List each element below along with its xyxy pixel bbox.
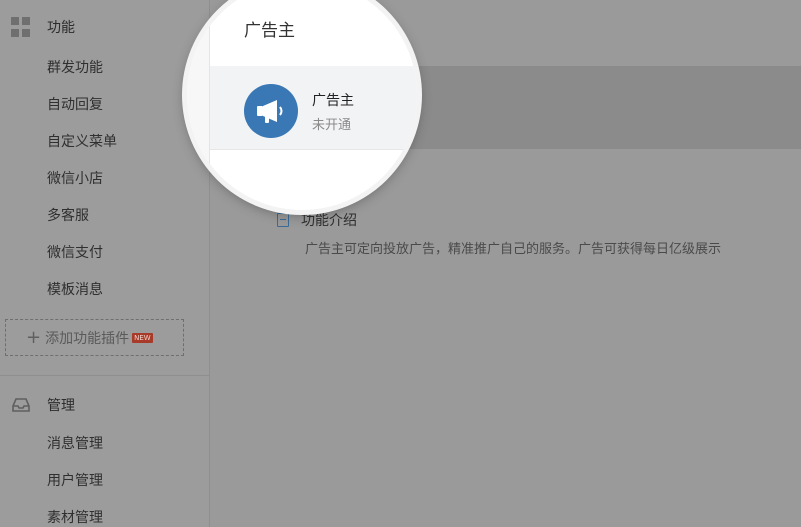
magnified-header-band <box>210 0 417 66</box>
sidebar-section-management[interactable]: 管理 <box>0 387 210 423</box>
new-badge: NEW <box>132 332 153 343</box>
sidebar-item-wechat-shop[interactable]: 微信小店 <box>47 167 103 191</box>
sidebar-item-custom-menu[interactable]: 自定义菜单 <box>47 130 117 154</box>
intro-description: 广告主可定向投放广告，精准推广自己的服务。广告可获得每日亿级展示 <box>305 242 722 257</box>
sidebar-item-mass-send[interactable]: 群发功能 <box>47 56 103 80</box>
grid-icon <box>11 17 31 37</box>
sidebar-item-template-message[interactable]: 模板消息 <box>47 278 103 302</box>
row-separator <box>210 149 417 150</box>
megaphone-icon <box>257 100 283 123</box>
sidebar-divider <box>0 375 210 376</box>
sidebar-item-user-manage[interactable]: 用户管理 <box>47 469 103 493</box>
app-window: 功能 群发功能 自动回复 自定义菜单 微信小店 多客服 微信支付 模板消息 + … <box>0 0 801 527</box>
feature-intro: 功能介绍 广告主可定向投放广告，精准推广自己的服务。广告可获得每日亿级展示 <box>277 210 797 257</box>
sidebar-section-label: 管理 <box>47 398 75 414</box>
magnified-sidebar-edge <box>187 0 210 210</box>
magnifier-spotlight: 广告主 广告主 未开通 <box>187 0 417 210</box>
sidebar-item-customer-service[interactable]: 多客服 <box>47 204 89 228</box>
add-plugin-label: 添加功能插件 <box>45 330 130 347</box>
plugin-avatar[interactable] <box>244 84 298 138</box>
document-icon <box>277 213 289 227</box>
plugin-name: 广告主 <box>312 93 354 109</box>
page-title: 广告主 <box>244 21 295 41</box>
sidebar-section-label: 功能 <box>47 20 75 36</box>
add-plugin-button[interactable]: + 添加功能插件 NEW <box>5 319 184 356</box>
sidebar-item-material-manage[interactable]: 素材管理 <box>47 506 103 527</box>
plugin-status: 未开通 <box>312 118 352 133</box>
sidebar-item-wechat-pay[interactable]: 微信支付 <box>47 241 103 265</box>
inbox-icon <box>11 395 31 415</box>
sidebar-item-message-manage[interactable]: 消息管理 <box>47 432 103 456</box>
intro-title: 功能介绍 <box>301 213 357 229</box>
sidebar-item-auto-reply[interactable]: 自动回复 <box>47 93 103 117</box>
sidebar: 功能 群发功能 自动回复 自定义菜单 微信小店 多客服 微信支付 模板消息 + … <box>0 0 210 527</box>
plus-icon: + <box>26 326 42 348</box>
sidebar-section-features[interactable]: 功能 <box>0 9 210 45</box>
